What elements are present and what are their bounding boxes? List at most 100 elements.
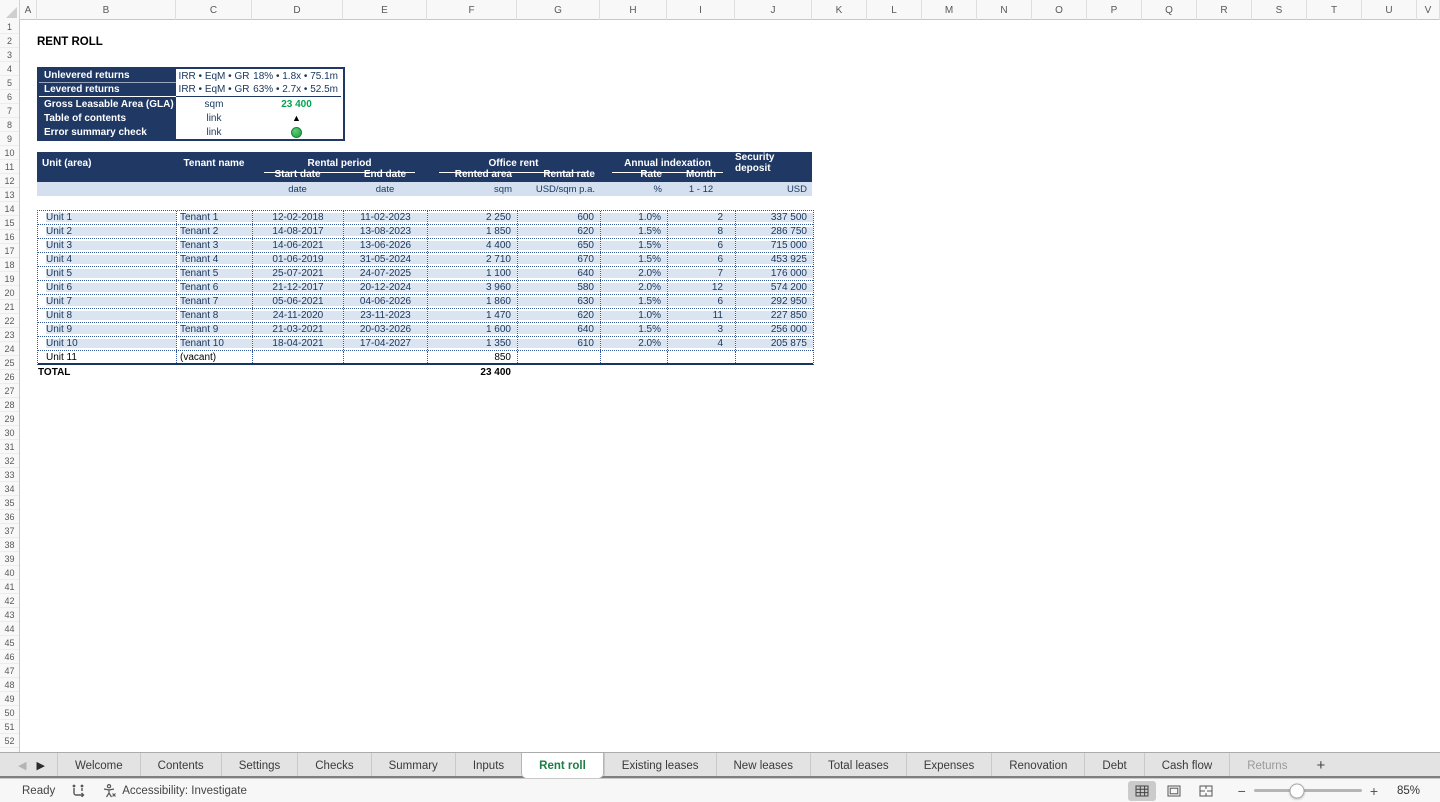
cell-tenant[interactable]: Tenant 3 <box>177 239 253 252</box>
row-header-47[interactable]: 47 <box>0 664 19 678</box>
accessibility-status[interactable]: Accessibility: Investigate <box>102 784 247 798</box>
cell-rate[interactable]: 620 <box>518 309 601 322</box>
cell-start[interactable]: 24-11-2020 <box>253 309 344 322</box>
column-header-D[interactable]: D <box>252 0 343 20</box>
tab-summary[interactable]: Summary <box>371 753 455 778</box>
row-header-7[interactable]: 7 <box>0 104 19 118</box>
cell-start[interactable]: 14-08-2017 <box>253 225 344 238</box>
cell-rate[interactable]: 640 <box>518 267 601 280</box>
cell-end[interactable]: 17-04-2027 <box>344 337 428 350</box>
cell-tenant[interactable]: Tenant 5 <box>177 267 253 280</box>
cell-end[interactable]: 11-02-2023 <box>344 211 428 224</box>
cell-tenant[interactable]: Tenant 8 <box>177 309 253 322</box>
cell-unit[interactable]: Unit 10 <box>38 337 177 350</box>
cell-unit[interactable]: Unit 7 <box>38 295 177 308</box>
cell-unit[interactable]: Unit 11 <box>38 351 177 363</box>
summary-value-cell[interactable]: 18% • 1.8x • 75.1m <box>252 69 341 83</box>
cell-rate[interactable]: 620 <box>518 225 601 238</box>
column-header-E[interactable]: E <box>343 0 427 20</box>
cell-tenant[interactable]: (vacant) <box>177 351 253 363</box>
row-header-38[interactable]: 38 <box>0 538 19 552</box>
cell-rate[interactable]: 650 <box>518 239 601 252</box>
cell-tenant[interactable]: Tenant 10 <box>177 337 253 350</box>
row-header-37[interactable]: 37 <box>0 524 19 538</box>
row-header-17[interactable]: 17 <box>0 244 19 258</box>
tab-debt[interactable]: Debt <box>1084 753 1143 778</box>
cell-rate[interactable] <box>518 351 601 363</box>
column-header-T[interactable]: T <box>1307 0 1362 20</box>
column-header-I[interactable]: I <box>667 0 735 20</box>
cell-unit[interactable]: Unit 4 <box>38 253 177 266</box>
column-header-M[interactable]: M <box>922 0 977 20</box>
cell-area[interactable]: 1 350 <box>428 337 518 350</box>
cell-index_rate[interactable]: 2.0% <box>601 337 668 350</box>
cell-unit[interactable]: Unit 1 <box>38 211 177 224</box>
row-header-25[interactable]: 25 <box>0 356 19 370</box>
subheader-cell[interactable] <box>735 167 812 182</box>
units-cell[interactable] <box>176 182 252 196</box>
cell-tenant[interactable]: Tenant 1 <box>177 211 253 224</box>
tab-rent-roll[interactable]: Rent roll <box>521 753 604 778</box>
cell-deposit[interactable]: 176 000 <box>736 267 813 280</box>
row-header-46[interactable]: 46 <box>0 650 19 664</box>
column-header-S[interactable]: S <box>1252 0 1307 20</box>
page-layout-view-button[interactable] <box>1160 781 1188 801</box>
cell-end[interactable]: 04-06-2026 <box>344 295 428 308</box>
cell-index_rate[interactable] <box>601 351 668 363</box>
summary-unit-cell[interactable]: IRR • EqM • GR <box>176 69 252 83</box>
cell-unit[interactable]: Unit 2 <box>38 225 177 238</box>
units-cell[interactable]: date <box>343 182 427 196</box>
tab-cash-flow[interactable]: Cash flow <box>1144 753 1230 778</box>
row-header-27[interactable]: 27 <box>0 384 19 398</box>
cell-area[interactable]: 1 100 <box>428 267 518 280</box>
cell-end[interactable]: 31-05-2024 <box>344 253 428 266</box>
cell-area[interactable]: 2 710 <box>428 253 518 266</box>
row-header-26[interactable]: 26 <box>0 370 19 384</box>
cell-index_month[interactable]: 7 <box>668 267 736 280</box>
row-header-6[interactable]: 6 <box>0 90 19 104</box>
subheader-cell[interactable]: Rental rate <box>517 167 600 182</box>
summary-value-cell[interactable]: ▲ <box>252 111 341 125</box>
row-header-8[interactable]: 8 <box>0 118 19 132</box>
cell-index_month[interactable] <box>668 351 736 363</box>
column-header-O[interactable]: O <box>1032 0 1087 20</box>
cell-index_month[interactable]: 11 <box>668 309 736 322</box>
cell-index_month[interactable]: 2 <box>668 211 736 224</box>
cell-start[interactable] <box>253 351 344 363</box>
cell-index_month[interactable]: 6 <box>668 253 736 266</box>
next-sheet-arrow-icon[interactable]: ▶ <box>36 759 44 772</box>
column-header-P[interactable]: P <box>1087 0 1142 20</box>
row-header-29[interactable]: 29 <box>0 412 19 426</box>
cell-area[interactable]: 1 850 <box>428 225 518 238</box>
zoom-in-button[interactable]: + <box>1370 783 1378 799</box>
cell-index_rate[interactable]: 1.5% <box>601 253 668 266</box>
cell-start[interactable]: 05-06-2021 <box>253 295 344 308</box>
cell-start[interactable]: 21-03-2021 <box>253 323 344 336</box>
tab-renovation[interactable]: Renovation <box>991 753 1084 778</box>
summary-label-cell[interactable]: Unlevered returns <box>39 69 176 83</box>
row-header-35[interactable]: 35 <box>0 496 19 510</box>
row-header-20[interactable]: 20 <box>0 286 19 300</box>
column-header-V[interactable]: V <box>1417 0 1440 20</box>
subheader-cell[interactable]: Rented area <box>427 167 517 182</box>
summary-label-cell[interactable]: Levered returns <box>39 83 176 97</box>
cell-index_rate[interactable]: 1.0% <box>601 309 668 322</box>
row-header-31[interactable]: 31 <box>0 440 19 454</box>
cell-end[interactable]: 13-06-2026 <box>344 239 428 252</box>
cell-tenant[interactable]: Tenant 7 <box>177 295 253 308</box>
row-header-40[interactable]: 40 <box>0 566 19 580</box>
tab-total-leases[interactable]: Total leases <box>810 753 906 778</box>
row-header-5[interactable]: 5 <box>0 76 19 90</box>
zoom-out-button[interactable]: − <box>1238 783 1246 799</box>
zoom-level-label[interactable]: 85% <box>1382 785 1420 797</box>
cell-unit[interactable]: Unit 9 <box>38 323 177 336</box>
cell-start[interactable]: 21-12-2017 <box>253 281 344 294</box>
row-header-44[interactable]: 44 <box>0 622 19 636</box>
units-cell[interactable]: sqm <box>427 182 517 196</box>
sheet-canvas[interactable]: RENT ROLL Unlevered returnsIRR • EqM • G… <box>20 20 1440 752</box>
column-header-U[interactable]: U <box>1362 0 1417 20</box>
column-header-J[interactable]: J <box>735 0 812 20</box>
cell-rate[interactable]: 580 <box>518 281 601 294</box>
normal-view-button[interactable] <box>1128 781 1156 801</box>
cell-rate[interactable]: 630 <box>518 295 601 308</box>
